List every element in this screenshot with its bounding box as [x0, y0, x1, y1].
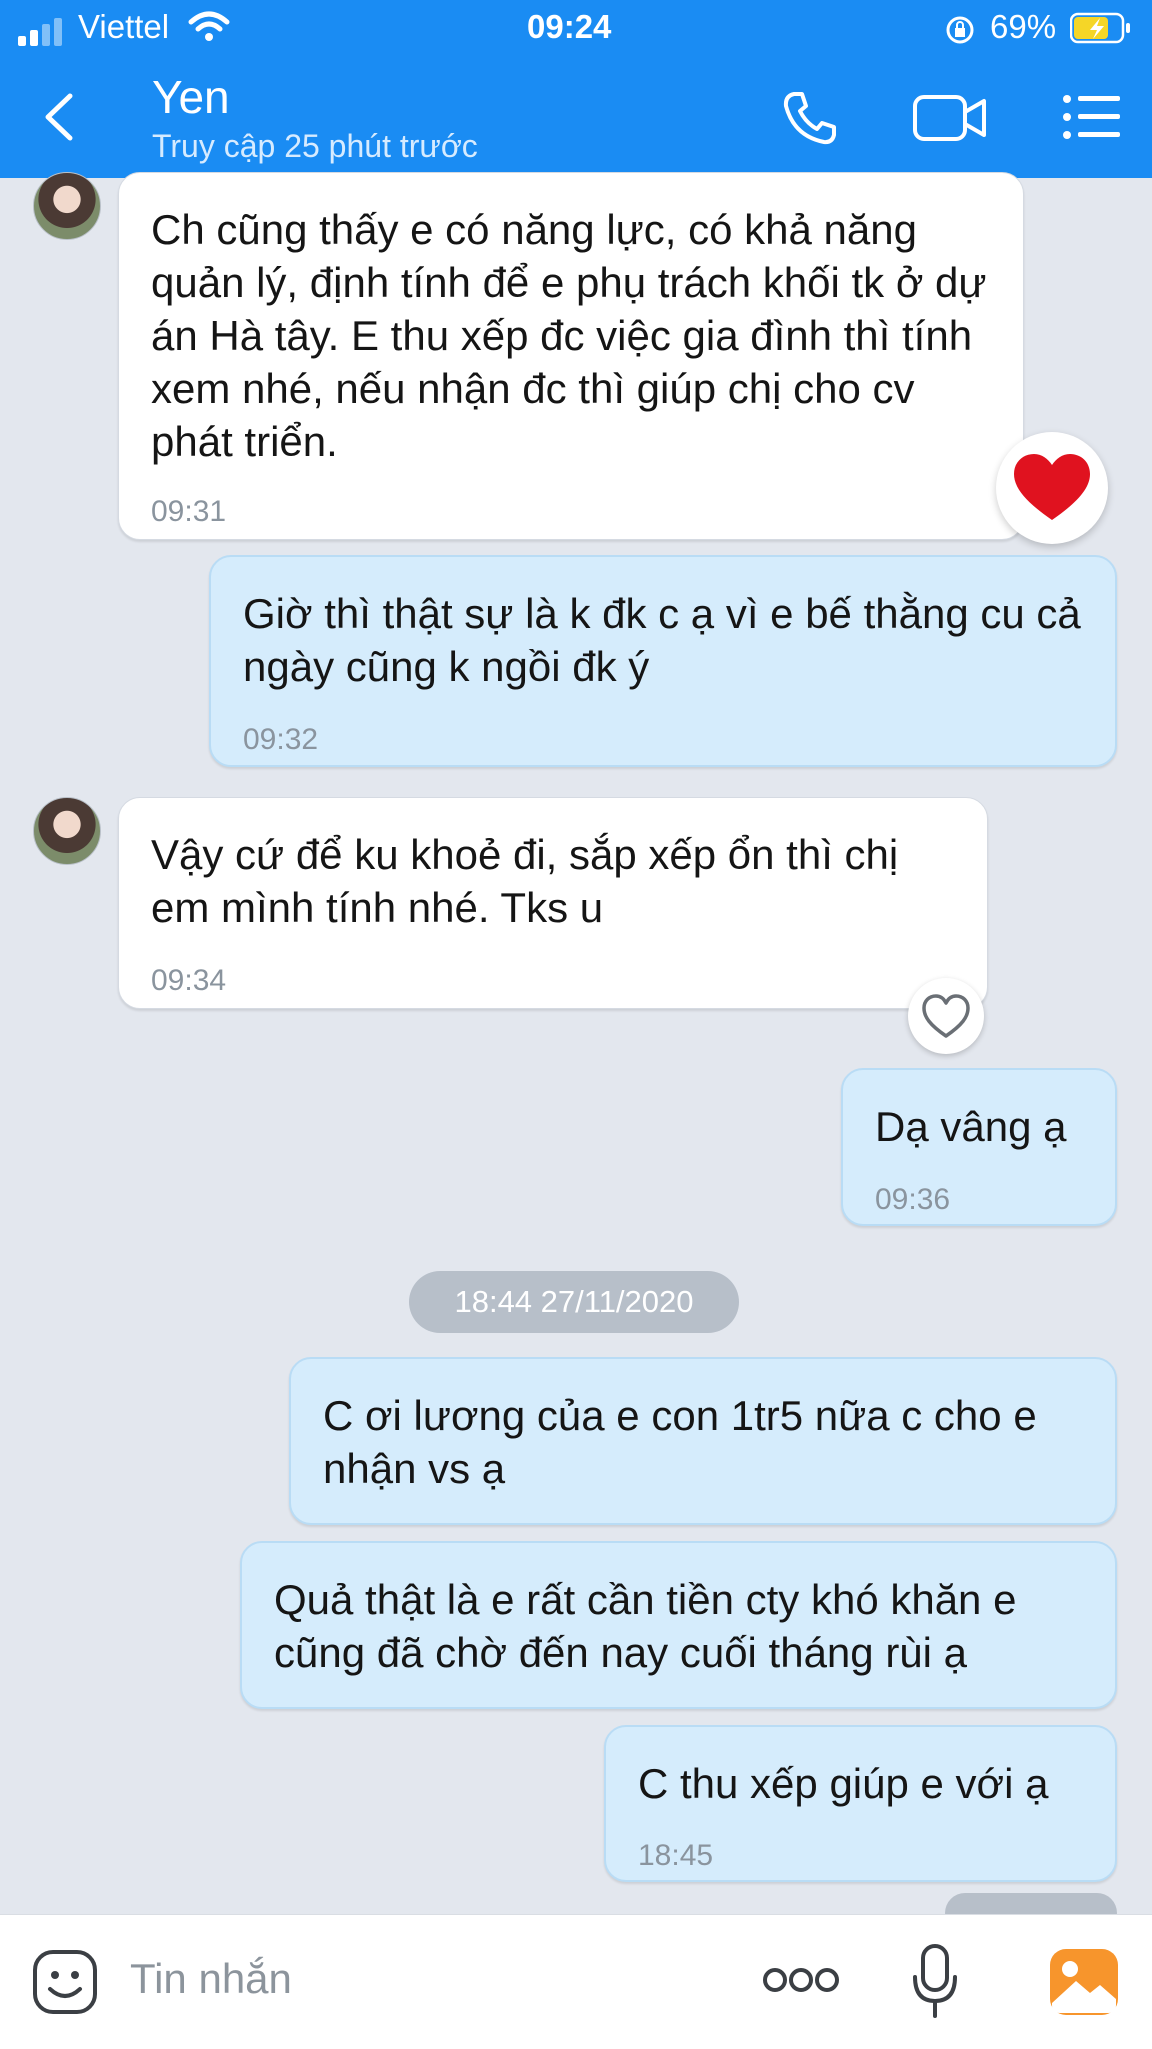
contact-avatar[interactable] [33, 797, 101, 865]
battery-percent: 69% [990, 8, 1057, 45]
heart-filled-icon [1014, 454, 1090, 520]
message-text: Quả thật là e rất cần tiền cty khó khăn … [274, 1576, 1017, 1676]
message-bubble-outgoing[interactable]: Dạ vâng ạ 09:36 [841, 1068, 1117, 1226]
contact-avatar[interactable] [33, 172, 101, 240]
phone-call-icon[interactable] [780, 88, 840, 148]
message-text: Vậy cứ để ku khoẻ đi, sắp xếp ổn thì chị… [151, 831, 899, 931]
video-call-icon[interactable] [912, 92, 988, 144]
date-separator: 18:44 27/11/2020 [409, 1271, 739, 1333]
heart-outline-icon [922, 994, 970, 1038]
signal-icon [18, 18, 62, 46]
message-text: Giờ thì thật sự là k đk c ạ vì e bế thằn… [243, 590, 1081, 690]
top-bar: Viettel 09:24 69% Yen Truy cập 25 phút t… [0, 0, 1152, 178]
message-text: C thu xếp giúp e với ạ [638, 1760, 1049, 1807]
message-text: C ơi lương của e con 1tr5 nữa c cho e nh… [323, 1392, 1037, 1492]
battery-icon [1070, 12, 1130, 44]
message-bubble-incoming[interactable]: Vậy cứ để ku khoẻ đi, sắp xếp ổn thì chị… [118, 797, 988, 1009]
message-time: 18:45 [638, 1839, 714, 1872]
message-time: 09:32 [243, 723, 319, 756]
wifi-icon [188, 11, 230, 41]
message-bubble-outgoing[interactable]: C ơi lương của e con 1tr5 nữa c cho e nh… [289, 1357, 1117, 1525]
message-bubble-incoming[interactable]: Ch cũng thấy e có năng lực, có khả năng … [118, 172, 1024, 540]
orientation-lock-icon [946, 16, 974, 44]
message-bubble-outgoing[interactable]: Quả thật là e rất cần tiền cty khó khăn … [240, 1541, 1117, 1709]
clock: 09:24 [527, 8, 612, 45]
message-time: 09:34 [151, 964, 227, 997]
reaction-badge[interactable] [996, 432, 1108, 544]
message-bubble-outgoing[interactable]: C thu xếp giúp e với ạ 18:45 [604, 1725, 1117, 1882]
photo-gallery-icon[interactable] [1048, 1947, 1120, 2017]
message-text: Dạ vâng ạ [875, 1103, 1067, 1150]
microphone-icon[interactable] [910, 1943, 960, 2021]
message-time: 09:36 [875, 1183, 951, 1216]
react-button[interactable] [908, 978, 984, 1054]
message-input[interactable]: Tin nhắn [130, 1955, 292, 2003]
menu-icon[interactable] [1062, 92, 1122, 142]
message-text: Ch cũng thấy e có năng lực, có khả năng … [151, 206, 987, 465]
contact-name[interactable]: Yen [152, 70, 230, 124]
emoji-sticker-icon[interactable] [32, 1949, 98, 2015]
message-input-bar: Tin nhắn [0, 1914, 1152, 2049]
last-seen-status: Truy cập 25 phút trước [152, 128, 478, 164]
carrier-label: Viettel [78, 8, 170, 45]
message-time: 09:31 [151, 495, 227, 528]
message-bubble-outgoing[interactable]: Giờ thì thật sự là k đk c ạ vì e bế thằn… [209, 555, 1117, 767]
back-icon[interactable] [40, 92, 80, 142]
more-options-icon[interactable] [762, 1965, 840, 1995]
